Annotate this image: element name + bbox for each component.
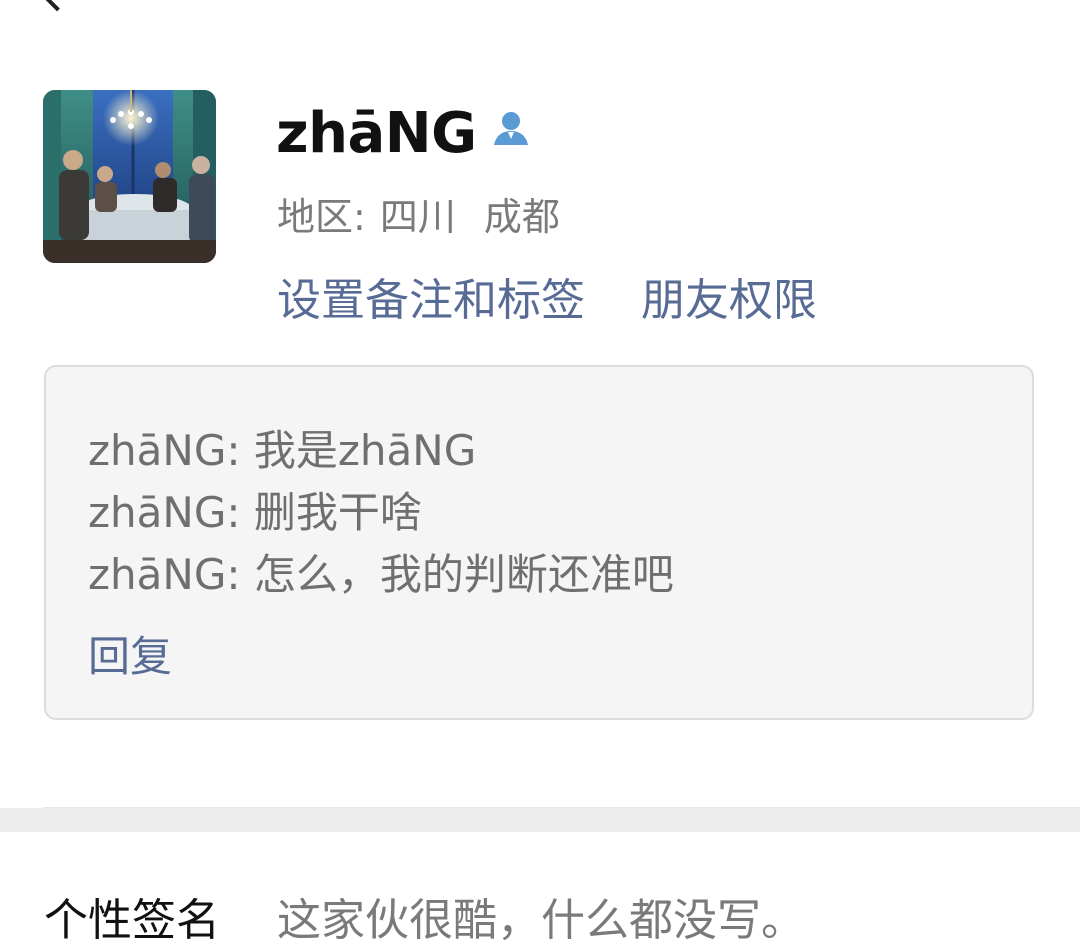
reply-link[interactable]: 回复 [88,623,172,684]
region-province: 四川 [379,195,456,239]
back-arrow-icon[interactable] [38,0,76,12]
region-city: 成都 [483,195,560,239]
region-label: 地区: [277,195,366,239]
signature-label: 个性签名 [44,895,220,945]
avatar-image [43,90,216,263]
nickname-row: zhāNG [276,98,531,168]
avatar[interactable] [43,90,216,263]
region-text: 地区: 四川 成都 [277,186,560,241]
greeting-message: zhāNG: 怎么，我的判断还准吧 [88,550,674,599]
greeting-messages-card: zhāNG: 我是zhāNG zhāNG: 删我干啥 zhāNG: 怎么，我的判… [44,365,1034,720]
nickname: zhāNG [276,100,477,166]
friend-permissions-link[interactable]: 朋友权限 [641,264,817,328]
contact-profile-page: zhāNG 地区: 四川 成都 设置备注和标签 朋友权限 zhāNG: 我是zhāN… [0,0,1080,945]
set-remark-tags-link[interactable]: 设置备注和标签 [277,264,585,328]
greeting-message: zhāNG: 我是zhāNG [88,426,477,475]
section-divider [0,808,1080,832]
greeting-message: zhāNG: 删我干啥 [88,488,422,537]
signature-value: 这家伙很酷，什么都没写。 [277,895,805,945]
person-icon [493,112,528,145]
